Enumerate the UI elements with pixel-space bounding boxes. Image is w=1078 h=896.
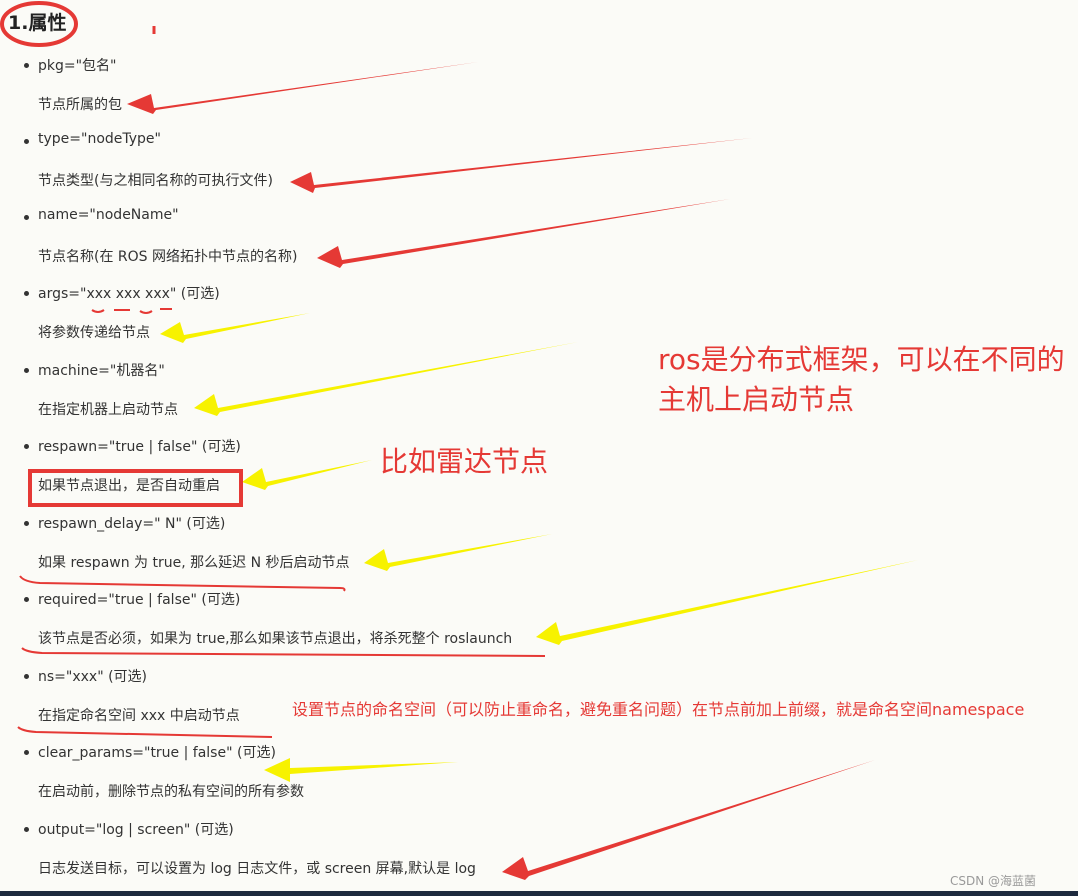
- respawn-delay-underline: [19, 575, 346, 592]
- red-arrow: [502, 760, 875, 880]
- yellow-arrow: [194, 342, 578, 416]
- yellow-arrow: [536, 560, 918, 645]
- csdn-watermark: CSDN @海蓝菌: [949, 874, 1036, 888]
- red-arrow: [127, 62, 478, 114]
- highlight-box: [28, 469, 243, 507]
- red-arrow: [290, 138, 752, 193]
- annotation-overlay: [0, 1, 918, 880]
- heading-circle: [0, 1, 78, 47]
- red-arrow: [317, 199, 730, 268]
- args-underline: [91, 308, 172, 314]
- yellow-arrow: [264, 758, 458, 782]
- ns-underline: [17, 726, 273, 738]
- required-underline: [21, 647, 546, 657]
- yellow-arrow: [160, 313, 310, 343]
- bottom-bar: [0, 891, 1078, 896]
- yellow-arrow: [242, 460, 372, 490]
- yellow-arrow: [364, 534, 552, 571]
